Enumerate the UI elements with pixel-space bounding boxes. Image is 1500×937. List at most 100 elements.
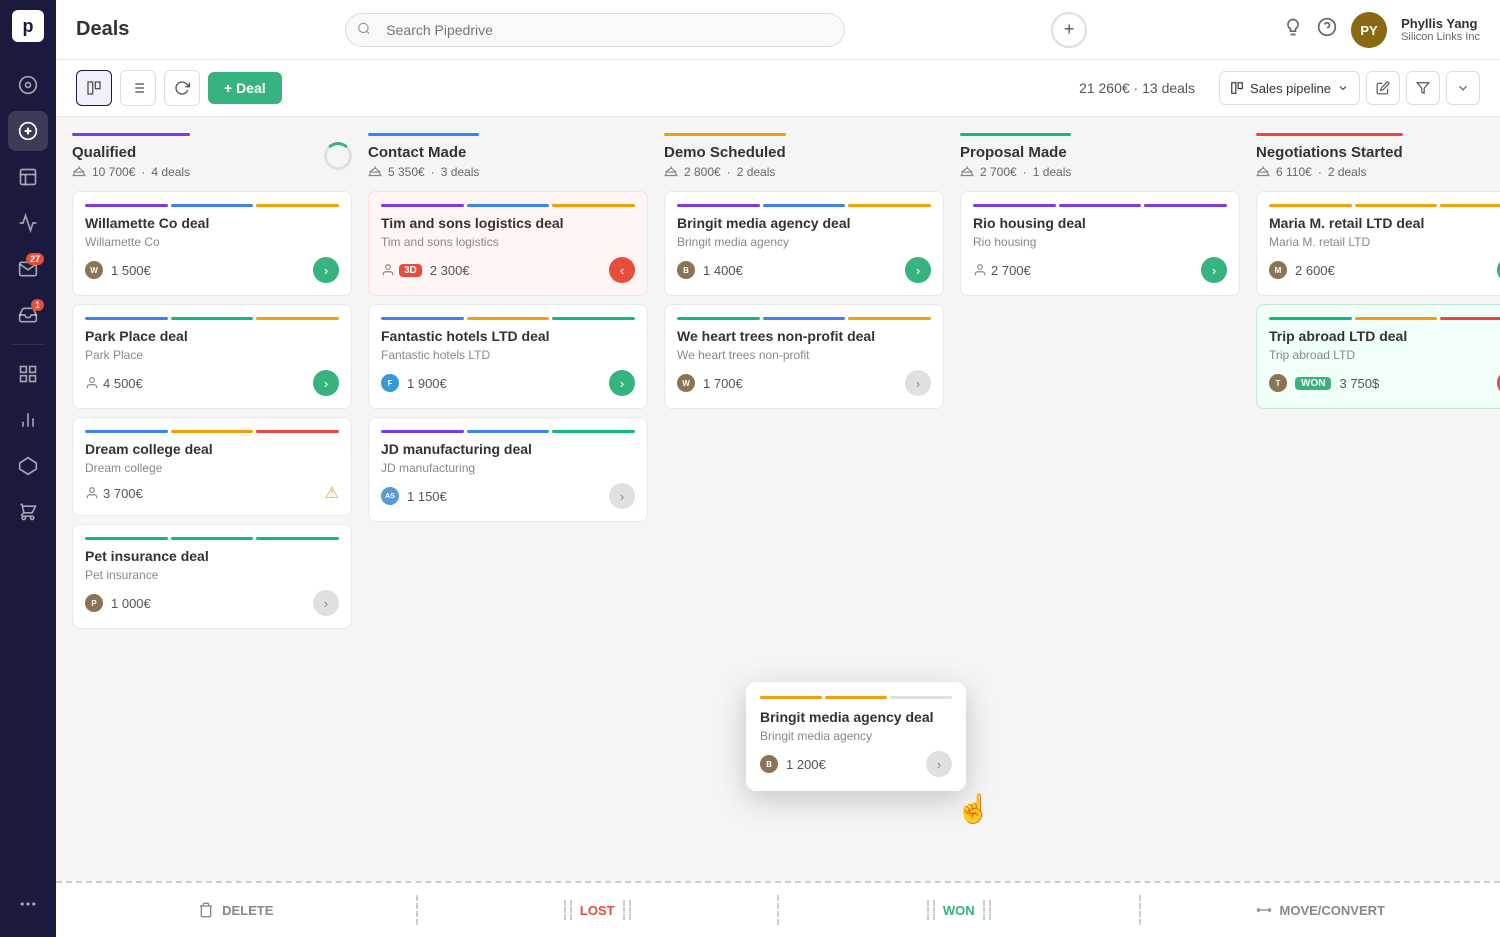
card-parkplace[interactable]: Park Place deal Park Place 4 500€ › [72, 304, 352, 409]
won-drop-zone[interactable]: WON [779, 883, 1139, 937]
card-title: Rio housing deal [973, 215, 1227, 231]
avatar-icon: F [381, 374, 399, 392]
column-negotiations-started: Negotiations Started 6 110€ · 2 deals [1256, 133, 1500, 881]
card-footer: B 1 400€ › [677, 257, 931, 283]
card-willamette[interactable]: Willamette Co deal Willamette Co W 1 500… [72, 191, 352, 296]
sidebar-item-list[interactable] [8, 157, 48, 197]
sidebar-item-more[interactable] [8, 884, 48, 924]
card-title: JD manufacturing deal [381, 441, 635, 457]
stage-button[interactable]: ‹ [609, 257, 635, 283]
delete-drop-zone[interactable]: DELETE [56, 883, 416, 937]
list-view-button[interactable] [120, 70, 156, 106]
won-label: WON [943, 903, 975, 918]
card-company: Maria M. retail LTD [1269, 235, 1500, 249]
refresh-button[interactable] [164, 70, 200, 106]
lost-drop-zone[interactable]: LOST [418, 883, 778, 937]
card-riohousing[interactable]: Rio housing deal Rio housing 2 700€ › [960, 191, 1240, 296]
card-jdmanufacturing[interactable]: JD manufacturing deal JD manufacturing A… [368, 417, 648, 522]
scale-icon [72, 165, 86, 179]
search-input[interactable] [345, 13, 845, 47]
card-mariam[interactable]: Maria M. retail LTD deal Maria M. retail… [1256, 191, 1500, 296]
kanban-view-button[interactable] [76, 70, 112, 106]
column-contact-made: Contact Made 5 350€ · 3 deals [368, 133, 648, 881]
floating-dragged-card: Bringit media agency deal Bringit media … [746, 682, 966, 791]
sidebar-item-reports[interactable] [8, 354, 48, 394]
card-amount: 4 500€ [85, 376, 143, 391]
warning-icon: ⚠ [325, 483, 339, 503]
card-amount: P 1 000€ [85, 594, 151, 612]
card-footer: M 2 600€ › [1269, 257, 1500, 283]
edit-pipeline-button[interactable] [1366, 71, 1400, 105]
next-stage-button[interactable]: › [313, 257, 339, 283]
card-color-bar [973, 204, 1227, 207]
card-dreamcollege[interactable]: Dream college deal Dream college 3 700€ … [72, 417, 352, 516]
card-title: Park Place deal [85, 328, 339, 344]
card-title: Tim and sons logistics deal [381, 215, 635, 231]
card-fantastichotels[interactable]: Fantastic hotels LTD deal Fantastic hote… [368, 304, 648, 409]
floating-card-company: Bringit media agency [760, 729, 952, 743]
card-company: Dream college [85, 461, 339, 475]
next-stage-button[interactable]: › [609, 370, 635, 396]
card-amount: F 1 900€ [381, 374, 447, 392]
logo[interactable]: p [12, 10, 44, 42]
sidebar-item-campaigns[interactable] [8, 203, 48, 243]
filter-button[interactable] [1406, 71, 1440, 105]
card-footer: AS 1 150€ › [381, 483, 635, 509]
card-color-bar [381, 317, 635, 320]
card-amount: T WON 3 750$ [1269, 374, 1379, 392]
card-title: Maria M. retail LTD deal [1269, 215, 1500, 231]
card-title: Fantastic hotels LTD deal [381, 328, 635, 344]
next-stage-button[interactable]: › [313, 370, 339, 396]
mail-badge: 27 [26, 253, 44, 265]
svg-text:PY: PY [1360, 23, 1378, 38]
next-stage-button[interactable]: › [1201, 257, 1227, 283]
next-stage-button[interactable]: › [609, 483, 635, 509]
next-stage-button[interactable]: › [905, 257, 931, 283]
sidebar-item-mail[interactable]: 27 [8, 249, 48, 289]
card-petinsurance[interactable]: Pet insurance deal Pet insurance P 1 000… [72, 524, 352, 629]
sidebar-item-inbox[interactable]: 1 [8, 295, 48, 335]
sidebar-item-deals[interactable] [8, 111, 48, 151]
next-stage-button[interactable]: › [905, 370, 931, 396]
chevron-down-icon [1337, 82, 1349, 94]
card-amount: 3 700€ [85, 486, 143, 501]
card-title: Dream college deal [85, 441, 339, 457]
card-timandsons[interactable]: Tim and sons logistics deal Tim and sons… [368, 191, 648, 296]
column-title: Negotiations Started [1256, 144, 1403, 161]
lightbulb-icon[interactable] [1283, 17, 1303, 43]
sidebar-item-activity[interactable] [8, 65, 48, 105]
column-title: Proposal Made [960, 144, 1071, 161]
avatar-icon: B [760, 755, 778, 773]
add-deal-button[interactable]: + Deal [208, 72, 282, 104]
column-meta: 6 110€ · 2 deals [1256, 165, 1403, 179]
user-info: Phyllis Yang Silicon Links Inc [1401, 16, 1480, 43]
card-bringitmedia[interactable]: Bringit media agency deal Bringit media … [664, 191, 944, 296]
card-footer: 4 500€ › [85, 370, 339, 396]
pipeline-label: Sales pipeline [1250, 81, 1331, 96]
help-icon[interactable] [1317, 17, 1337, 43]
card-company: Park Place [85, 348, 339, 362]
move-convert-drop-zone[interactable]: MOVE/CONVERT [1141, 883, 1500, 937]
column-title: Demo Scheduled [664, 144, 786, 161]
delete-icon [198, 902, 214, 918]
next-stage-button[interactable]: › [313, 590, 339, 616]
column-header-proposal-made: Proposal Made 2 700€ · 1 deals [960, 133, 1240, 191]
avatar[interactable]: PY [1351, 12, 1387, 48]
person-icon [85, 486, 99, 500]
card-tripabroad[interactable]: Trip abroad LTD deal Trip abroad LTD T W… [1256, 304, 1500, 409]
pipeline-select[interactable]: Sales pipeline [1219, 71, 1360, 105]
sort-button[interactable] [1446, 71, 1480, 105]
add-button[interactable]: + [1051, 12, 1087, 48]
delete-label: DELETE [222, 903, 273, 918]
card-color-bar [1269, 204, 1500, 207]
next-stage-button[interactable]: › [926, 751, 952, 777]
card-color-bar [85, 317, 339, 320]
avatar-icon: T [1269, 374, 1287, 392]
card-amount: 3D 2 300€ [381, 263, 470, 278]
sidebar-item-analytics[interactable] [8, 400, 48, 440]
topbar-right: PY Phyllis Yang Silicon Links Inc [1283, 12, 1480, 48]
sidebar-item-integrations[interactable] [8, 446, 48, 486]
sidebar: p 27 1 [0, 0, 56, 937]
sidebar-item-marketplace[interactable] [8, 492, 48, 532]
card-weheartrees[interactable]: We heart trees non-profit deal We heart … [664, 304, 944, 409]
